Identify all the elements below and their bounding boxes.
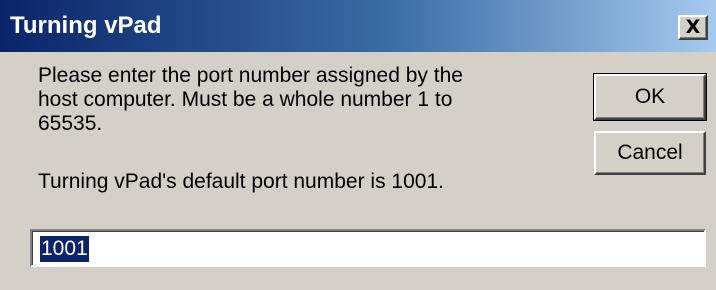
cancel-button[interactable]: Cancel — [594, 131, 706, 175]
close-icon: X — [685, 16, 701, 38]
prompt-text: Please enter the port number assigned by… — [38, 64, 463, 135]
port-number-value: 1001 — [40, 236, 89, 262]
default-port-note: Turning vPad's default port number is 10… — [38, 170, 444, 193]
port-number-input[interactable]: 1001 — [30, 229, 706, 267]
title-bar[interactable]: Turning vPad X — [0, 0, 716, 52]
input-dialog: Turning vPad X Please enter the port num… — [0, 0, 716, 290]
ok-button[interactable]: OK — [593, 73, 707, 121]
close-button[interactable]: X — [678, 15, 708, 40]
window-title: Turning vPad — [10, 12, 162, 39]
